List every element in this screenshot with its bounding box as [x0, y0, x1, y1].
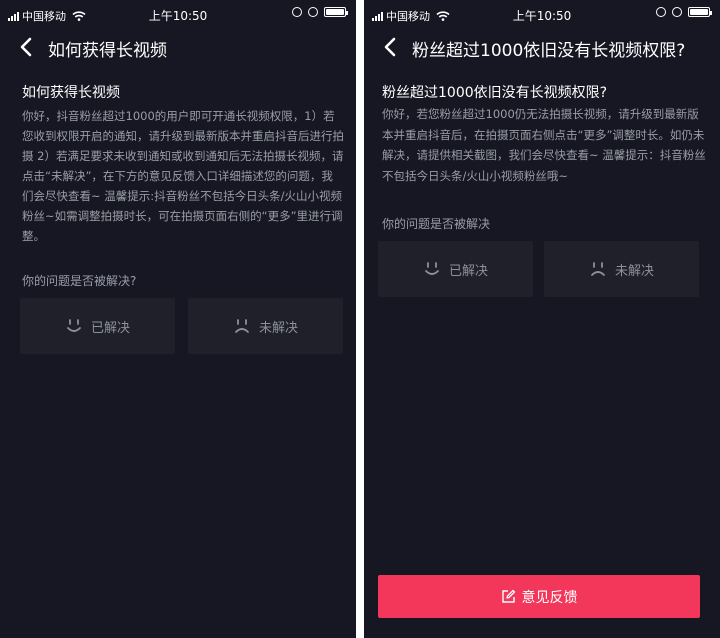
solved-question: 你的问题是否被解决	[382, 217, 491, 231]
unsolved-button[interactable]: 未解决	[544, 241, 699, 297]
back-chevron-icon[interactable]	[14, 34, 40, 60]
battery-icon	[324, 7, 348, 17]
edit-icon	[501, 589, 515, 603]
back-chevron-icon[interactable]	[378, 34, 404, 60]
unsolved-label: 未解决	[258, 320, 298, 336]
solved-label: 已解决	[90, 320, 130, 336]
page-title: 如何获得长视频	[48, 41, 167, 61]
battery-icon	[688, 7, 712, 17]
status-right	[656, 7, 712, 17]
status-bar: 中国移动 上午10:50	[0, 0, 356, 30]
alarm-icon	[308, 7, 318, 17]
solved-label: 已解决	[448, 263, 488, 279]
question-title: 粉丝超过1000依旧没有长视频权限?	[382, 85, 608, 101]
answer-text: 你好，抖音粉丝超过1000的用户即可开通长视频权限，1）若您收到权限开启的通知，…	[22, 109, 344, 243]
solved-question: 你的问题是否被解决?	[22, 274, 137, 288]
sad-face-icon	[235, 319, 249, 333]
feedback-button-label: 意见反馈	[521, 589, 578, 606]
orientation-lock-icon	[292, 7, 302, 17]
alarm-icon	[672, 7, 682, 17]
page-title: 粉丝超过1000依旧没有长视频权限?	[412, 41, 686, 61]
left-screen: 中国移动 上午10:50 如何获得长视频 如何获得长视频 你好，抖音粉丝超过10…	[0, 0, 356, 638]
sad-face-icon	[591, 262, 605, 276]
unsolved-button[interactable]: 未解决	[188, 298, 343, 354]
nav-bar: 如何获得长视频	[0, 30, 356, 64]
feedback-button[interactable]: 意见反馈	[378, 575, 700, 618]
status-bar: 中国移动 上午10:50	[364, 0, 720, 30]
orientation-lock-icon	[656, 7, 666, 17]
question-title: 如何获得长视频	[22, 85, 120, 101]
status-right	[292, 7, 348, 17]
solved-button[interactable]: 已解决	[378, 241, 533, 297]
nav-bar: 粉丝超过1000依旧没有长视频权限?	[364, 30, 720, 64]
smile-icon	[425, 262, 439, 275]
answer-text: 你好，若您粉丝超过1000仍无法拍摄长视频，请升级到最新版本并重启抖音后，在拍摄…	[382, 107, 706, 183]
unsolved-label: 未解决	[614, 263, 654, 279]
right-screen: 中国移动 上午10:50 粉丝超过1000依旧没有长视频权限? 粉丝超过1000…	[364, 0, 720, 638]
smile-icon	[67, 319, 81, 332]
solved-button[interactable]: 已解决	[20, 298, 175, 354]
